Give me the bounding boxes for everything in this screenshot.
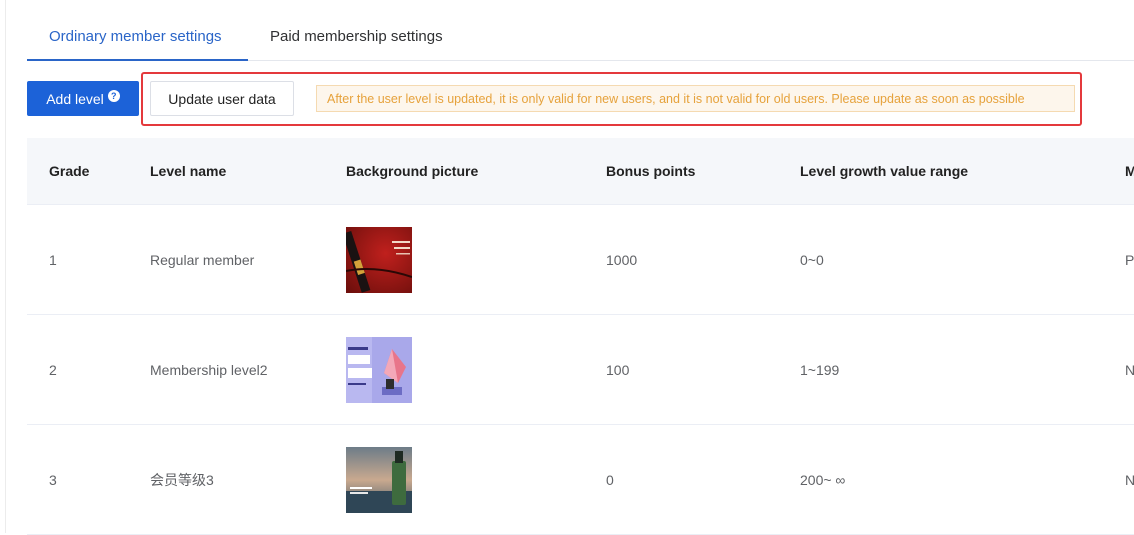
table-row: 2 Membership level2 100 1~199 N (27, 315, 1134, 425)
cell-growth-range: 1~199 (800, 362, 840, 378)
column-header-grade: Grade (49, 163, 90, 179)
cell-grade: 2 (49, 362, 57, 378)
cell-level-name: Membership level2 (150, 362, 268, 378)
tab-ordinary-member-settings[interactable]: Ordinary member settings (49, 28, 222, 45)
cell-growth-range: 0~0 (800, 252, 824, 268)
add-level-label: Add level (46, 90, 104, 107)
member-level-table: Grade Level name Background picture Bonu… (27, 138, 1134, 535)
background-picture-thumbnail[interactable] (346, 227, 412, 293)
add-level-button[interactable]: Add level ? (27, 81, 139, 116)
column-header-level-name: Level name (150, 163, 227, 179)
column-header-growth-range: Level growth value range (800, 163, 969, 179)
tab-bar: Ordinary member settings Paid membership… (27, 16, 1134, 61)
cell-bonus-points: 1000 (606, 252, 638, 268)
cell-level-name: Regular member (150, 252, 255, 268)
cell-grade: 3 (49, 472, 57, 488)
background-picture-thumbnail[interactable] (346, 447, 412, 513)
column-header-background-picture: Background picture (346, 163, 479, 179)
cell-truncated: N (1125, 362, 1134, 378)
page-left-border (5, 0, 6, 533)
cell-level-name: 会员等级3 (150, 472, 214, 488)
table-row: 3 会员等级3 0 200~ ∞ N (27, 425, 1134, 535)
background-picture-thumbnail[interactable] (346, 337, 412, 403)
help-icon[interactable]: ? (107, 89, 120, 102)
highlight-annotation-box (141, 72, 1082, 126)
active-tab-indicator (27, 59, 248, 61)
cell-grade: 1 (49, 252, 57, 268)
cell-bonus-points: 100 (606, 362, 630, 378)
table-header: Grade Level name Background picture Bonu… (27, 138, 1134, 205)
tab-paid-membership-settings[interactable]: Paid membership settings (270, 28, 443, 45)
column-header-bonus-points: Bonus points (606, 163, 696, 179)
cell-truncated: N (1125, 472, 1134, 488)
column-header-truncated: M (1125, 163, 1134, 179)
cell-bonus-points: 0 (606, 472, 614, 488)
table-row: 1 Regular member 1000 0~0 P (27, 205, 1134, 315)
cell-growth-range: 200~ ∞ (800, 472, 846, 488)
cell-truncated: P (1125, 252, 1134, 268)
